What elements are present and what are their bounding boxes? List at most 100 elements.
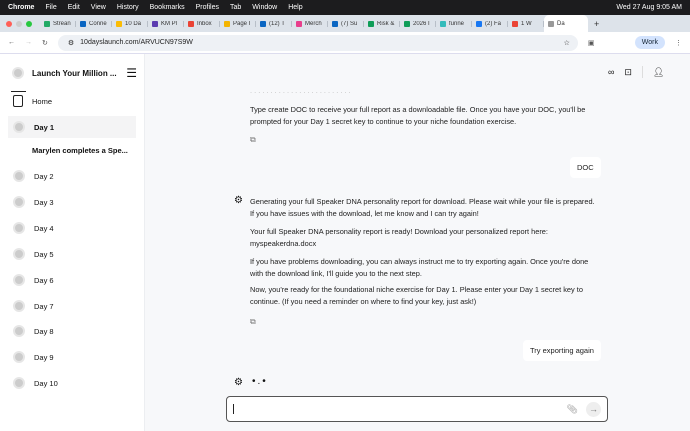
browser-tab[interactable]: Inbox [184,20,220,27]
sidebar-item[interactable]: Day 10 [8,372,136,394]
menu-file[interactable]: File [45,4,56,11]
sidebar-header: Launch Your Million ... ☰ [12,66,137,80]
sidebar-item[interactable]: Day 4 [8,217,136,239]
reload-icon[interactable]: ↻ [42,39,48,47]
url-field[interactable]: ⚙ 10dayslaunch.com/ARVUCN97S9W ☆ [57,34,578,51]
favicon-icon [152,20,158,27]
sidebar-item[interactable]: Marylen completes a Spe... [8,139,136,161]
gpt-avatar [13,274,25,286]
sidebar-item[interactable]: Day 9 [8,346,136,368]
menu-view[interactable]: View [91,4,106,11]
copy-icon[interactable]: ⧉ [250,135,256,145]
browser-tab[interactable]: Strean [40,20,76,27]
browser-tab[interactable]: (2) Fa [472,20,508,27]
tab-title: Da [557,20,565,27]
gpt-title[interactable]: Launch Your Million ... [32,69,117,78]
assistant-message: Now, you're ready for the foundational n… [250,285,583,306]
browser-tab[interactable]: (12) T [256,20,292,27]
menu-icon[interactable]: ☰ [126,66,137,80]
sidebar-item-label: Day 9 [34,352,54,362]
gpt-avatar [13,222,25,234]
gpt-avatar [13,196,25,208]
menu-window[interactable]: Window [252,4,277,11]
forward-icon[interactable]: → [25,39,32,46]
minimize-button[interactable] [16,20,22,27]
browser-tab[interactable]: funne [436,20,472,27]
menu-help[interactable]: Help [288,4,302,11]
browser-tab[interactable]: Page I [220,20,256,27]
sidebar-item[interactable]: Day 7 [8,295,136,317]
sidebar-item[interactable]: Day 5 [8,243,136,265]
sidebar-item-label: Day 2 [34,171,54,181]
favicon-icon [476,20,482,27]
menu-bookmarks[interactable]: Bookmarks [150,4,185,11]
browser-tab[interactable]: Conne [76,20,112,27]
user-icon[interactable]: 👤︎ [653,67,664,78]
sidebar-item-label: Day 1 [34,122,55,132]
favicon-icon [368,20,374,27]
favicon-icon [296,20,302,27]
tab-title: Strean [53,20,71,27]
assistant-message: Generating your full Speaker DNA persona… [250,197,595,218]
browser-tab[interactable]: Risk & [364,20,400,27]
bookmark-star-icon[interactable]: ☆ [564,39,570,47]
menu-profiles[interactable]: Profiles [196,4,219,11]
sidebar-item-label: Marylen completes a Spe... [32,145,128,155]
truncated-text: . . . . . . . . . . . . . . . . . . . . … [250,89,351,95]
menu-history[interactable]: History [117,4,139,11]
sidebar-item[interactable]: Day 6 [8,269,136,291]
message-input[interactable]: 📎︎ → [226,396,608,422]
gpt-avatar [13,121,25,133]
tab-title: 1 W [521,20,532,27]
browser-tab[interactable]: Da [544,15,588,32]
extensions-icon[interactable]: ▣ [588,39,595,47]
sidebar: Launch Your Million ... ☰ Home Day 1 Maryl… [0,54,145,431]
attach-icon[interactable]: 📎︎ [567,404,578,415]
sidebar-item-label: Day 7 [34,301,54,311]
assistant-message: If you have problems downloading, you ca… [250,257,589,278]
user-message: DOC [570,157,601,178]
tab-title: 2026 I [413,20,430,27]
send-button[interactable]: → [586,401,601,417]
browser-tab[interactable]: KM Pl [148,20,184,27]
sidebar-item[interactable]: Day 8 [8,320,136,342]
favicon-icon [188,20,194,27]
favicon-icon [404,20,410,27]
app-name[interactable]: Chrome [8,4,34,11]
sidebar-item[interactable]: Day 1 [8,116,136,138]
tab-title: Merch [305,20,322,27]
tab-title: funne [449,20,465,27]
sidebar-item[interactable]: Home [8,90,136,112]
sidebar-item[interactable]: Day 3 [8,191,136,213]
menu-edit[interactable]: Edit [68,4,80,11]
browser-tab[interactable]: 10 Da [112,20,148,27]
link-icon[interactable]: ∞ [608,67,614,77]
sidebar-item-label: Day 8 [34,326,54,336]
tab-title: Page I [233,20,251,27]
zoom-button[interactable] [26,20,32,27]
menu-tab[interactable]: Tab [230,4,241,11]
chip-icon[interactable]: ⊡ [624,67,632,78]
sidebar-item[interactable]: Day 2 [8,165,136,187]
browser-tab[interactable]: 1 W [508,20,544,27]
close-window-button[interactable] [6,20,12,27]
back-icon[interactable]: ← [8,39,15,46]
mac-menubar: Chrome File Edit View History Bookmarks … [0,0,690,15]
site-info-icon[interactable]: ⚙ [68,39,74,47]
browser-tab[interactable]: (7) Su [328,20,364,27]
favicon-icon [44,20,50,27]
assistant-icon: ⚙ [234,195,243,206]
gpt-avatar [13,351,25,363]
favicon-icon [440,20,446,27]
browser-tab[interactable]: 2026 I [400,20,436,27]
sidebar-item-label: Day 6 [34,275,54,285]
clock[interactable]: Wed 27 Aug 9:05 AM [616,4,682,11]
typing-indicator: •.• [252,376,268,387]
more-menu-icon[interactable]: ⋮ [675,39,682,47]
new-tab-button[interactable]: + [594,19,599,29]
browser-tab[interactable]: Merch [292,20,328,27]
profile-button[interactable]: Work [634,36,665,49]
tab-title: Conne [89,20,107,27]
favicon-icon [332,20,338,27]
copy-icon[interactable]: ⧉ [250,317,256,327]
